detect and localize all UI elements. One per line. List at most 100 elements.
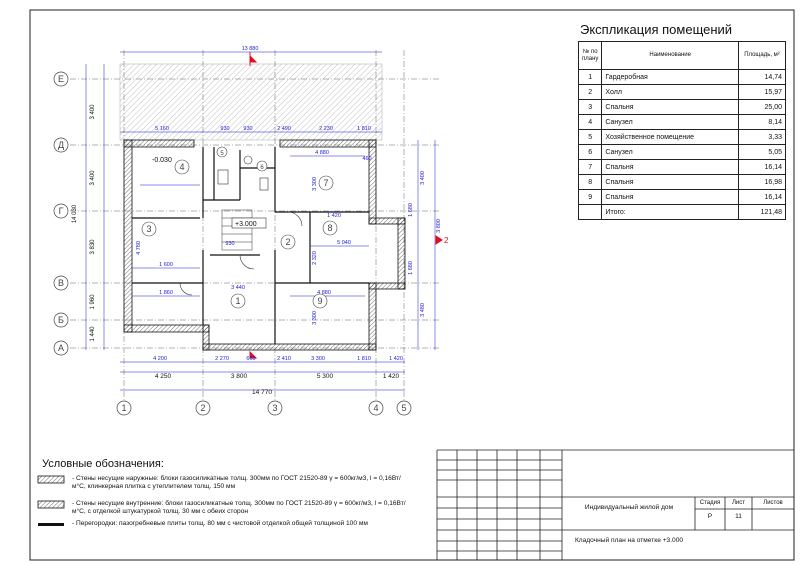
legend-item-inner: - Стены несущие внутренние: блоки газоси… — [72, 500, 406, 515]
dim-left-2: 3 400 — [90, 170, 96, 186]
dim-left-3: 3 830 — [90, 239, 96, 255]
legend-title: Условные обозначения: — [42, 458, 164, 470]
level-mark-floor: +3.000 — [235, 221, 257, 228]
section-mark-label: 2 — [444, 236, 449, 245]
dim-right-3: 1 680 — [408, 203, 414, 217]
dim-bottom-inner-1: 4 200 — [153, 356, 167, 362]
dim-bottom-inner-4: 2 410 — [277, 356, 291, 362]
total-num-cell — [577, 204, 603, 220]
dim-top-2: 930 — [220, 126, 229, 132]
dim-top-overall: 13 880 — [242, 46, 259, 52]
dim-inner-13: 460 — [362, 156, 371, 162]
dim-top-5: 2 230 — [319, 126, 333, 132]
table-row: 3 Спальня 25,00 — [577, 99, 786, 115]
room-number-7: 7 — [323, 178, 328, 188]
stamp-stage-label: Стадия — [699, 500, 721, 506]
table-row: 7 Спальня 16,14 — [577, 159, 786, 175]
dim-top-4: 2 490 — [277, 126, 291, 132]
dim-inner-12: 3 300 — [312, 311, 318, 325]
legend-item-partition: - Перегородки: пазогребневые плиты толщ.… — [72, 520, 368, 527]
axis-letter-g: Г — [59, 206, 64, 216]
table-row: 8 Спальня 16,98 — [577, 174, 786, 190]
dim-left-5: 1 440 — [90, 326, 96, 342]
legend-swatch-inner — [37, 500, 65, 509]
row-num: 4 — [577, 114, 603, 130]
axis-letter-b: Б — [58, 315, 64, 325]
dim-bottom-seg-4: 1 420 — [383, 373, 400, 380]
row-area: 14,74 — [738, 69, 786, 85]
row-name: Гардеробная — [601, 69, 739, 85]
dim-bottom-seg-2: 3 800 — [231, 373, 248, 380]
row-name: Хозяйственное помещение — [601, 129, 739, 145]
total-label: Итого: — [601, 204, 739, 220]
dim-inner-4: 930 — [225, 241, 234, 247]
axis-letter-v: В — [58, 278, 64, 288]
row-area: 16,14 — [738, 159, 786, 175]
row-name: Спальня — [601, 174, 739, 190]
dim-left-4: 1 960 — [90, 294, 96, 310]
section-arrow-top — [249, 54, 258, 63]
table-row: 2 Холл 15,97 — [577, 84, 786, 100]
row-area: 3,33 — [738, 129, 786, 145]
dim-inner-7: 5 040 — [337, 240, 351, 246]
table-row: 5 Хозяйственное помещение 3,33 — [577, 129, 786, 145]
axis-number-4: 4 — [373, 403, 378, 413]
row-num: 3 — [577, 99, 603, 115]
row-name: Спальня — [601, 189, 739, 205]
legend-swatch-partition — [38, 523, 64, 526]
dim-top-6: 1 810 — [357, 126, 371, 132]
dim-bottom-inner-7: 1 420 — [389, 356, 403, 362]
dim-right-4: 3 800 — [436, 219, 442, 233]
dim-left-overall: 14 030 — [72, 204, 78, 223]
stamp-sheet-name: Кладочный план на отметке +3.000 — [574, 537, 684, 544]
stamp-stage-value: Р — [707, 513, 713, 520]
dim-right-1: 3 400 — [420, 171, 426, 185]
dim-inner-6: 1 420 — [327, 213, 341, 219]
stamp-sheet-label: Лист — [731, 500, 746, 506]
dim-inner-2: 1 860 — [159, 290, 173, 296]
explication-title: Экспликация помещений — [580, 22, 733, 37]
room-number-4: 4 — [179, 162, 184, 172]
dim-top-1: 5 160 — [155, 126, 169, 132]
room-number-8: 8 — [327, 223, 332, 233]
header-area: Площадь, м² — [738, 41, 786, 70]
dim-bottom-overall: 14 770 — [252, 389, 272, 396]
row-name: Санузел — [601, 114, 739, 130]
room-number-9: 9 — [317, 296, 322, 306]
axis-number-3: 3 — [272, 403, 277, 413]
axis-letter-a: А — [58, 343, 64, 353]
row-num: 1 — [577, 69, 603, 85]
level-mark-ground: -0.030 — [152, 157, 172, 164]
dim-bottom-inner-3: 660 — [246, 356, 255, 362]
row-name: Санузел — [601, 144, 739, 160]
dim-inner-9: 3 300 — [312, 177, 318, 191]
table-row: 4 Санузел 8,14 — [577, 114, 786, 130]
row-num: 7 — [577, 159, 603, 175]
room-number-1: 1 — [235, 296, 240, 306]
row-num: 6 — [577, 144, 603, 160]
axis-letter-d: Д — [58, 140, 64, 150]
inner-walls — [132, 147, 369, 344]
row-num: 8 — [577, 174, 603, 190]
dim-bottom-seg-3: 5 300 — [317, 373, 334, 380]
row-area: 25,00 — [738, 99, 786, 115]
stamp-sheet-value: 11 — [735, 513, 742, 520]
table-total-row: Итого: 121,48 — [577, 204, 786, 220]
dim-bottom-seg-1: 4 250 — [155, 373, 172, 380]
legend-swatch-outer — [37, 475, 65, 484]
row-num: 9 — [577, 189, 603, 205]
row-area: 5,05 — [738, 144, 786, 160]
room-number-2: 2 — [285, 237, 290, 247]
row-area: 15,97 — [738, 84, 786, 100]
row-area: 16,98 — [738, 174, 786, 190]
explication-table: № по плану Наименование Площадь, м² 1 Гар… — [577, 41, 786, 220]
dim-bottom-inner-6: 1 810 — [357, 356, 371, 362]
table-header-row: № по плану Наименование Площадь, м² — [577, 41, 786, 70]
legend-item-outer: - Стены несущие наружные: блоки газосили… — [72, 475, 401, 490]
dim-right-5: 1 680 — [408, 261, 414, 275]
dim-inner-11: 4 880 — [317, 290, 331, 296]
row-name: Спальня — [601, 159, 739, 175]
dim-inner-5: 3 440 — [231, 285, 245, 291]
dim-top-3: 930 — [243, 126, 252, 132]
stamp-project-name: Индивидуальный жилой дом — [584, 504, 674, 511]
